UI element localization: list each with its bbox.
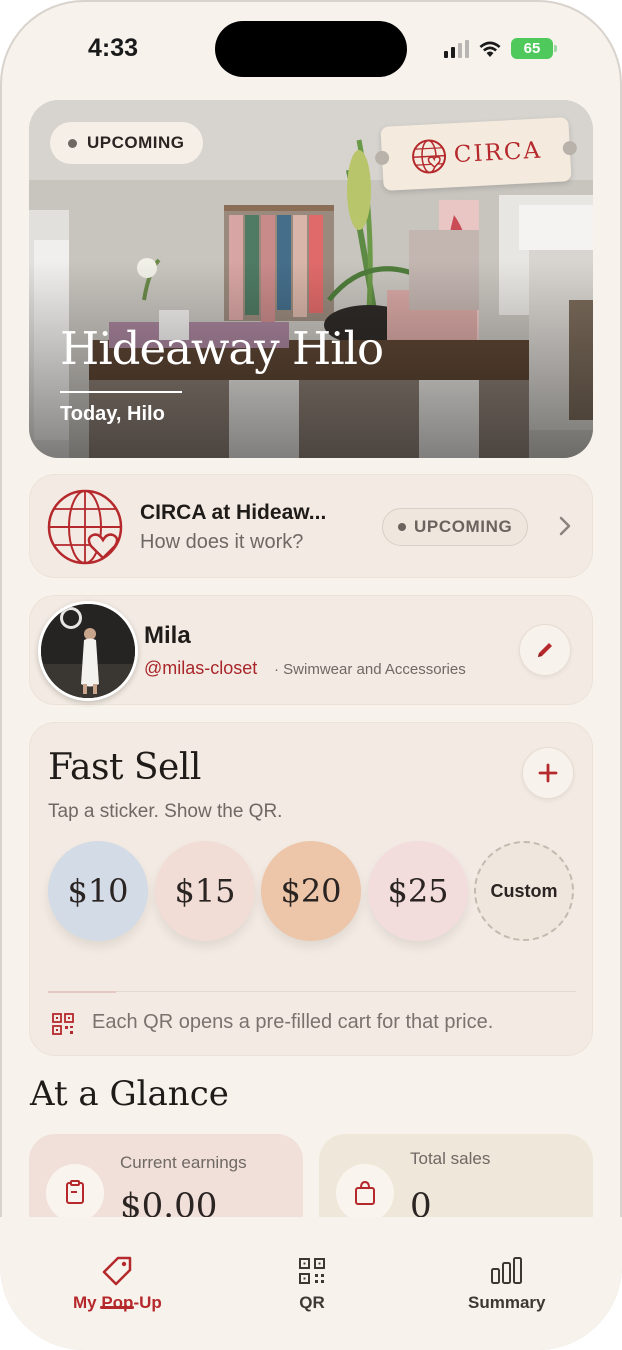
- avatar-photo: [41, 604, 135, 698]
- seller-name: Mila: [144, 622, 191, 649]
- tab-my-popup-label: My Pop-Up: [73, 1293, 162, 1312]
- chevron-right-icon[interactable]: [558, 515, 572, 537]
- tab-summary-label: Summary: [468, 1293, 546, 1312]
- event-date-location: Today, Hilo: [60, 403, 165, 425]
- battery-icon: 65: [511, 38, 557, 59]
- event-status-badge: UPCOMING: [382, 508, 529, 546]
- signal-icon: [444, 39, 469, 58]
- divider: [48, 991, 576, 992]
- brand-ticket-logo: CIRCA: [380, 117, 572, 191]
- seller-profile-card: Mila @milas-closet · Swimwear and Access…: [29, 595, 593, 705]
- status-dot-icon: [68, 138, 77, 148]
- plus-icon: [538, 763, 558, 783]
- fast-sell-subtitle: Tap a sticker. Show the QR.: [48, 801, 283, 822]
- globe-heart-icon: [47, 489, 123, 565]
- avatar[interactable]: [38, 601, 138, 701]
- phone-screen: 4:33 65 UPCOMING CIRCA Hideaway Hilo Tod…: [0, 0, 622, 1350]
- event-hero-image[interactable]: UPCOMING CIRCA Hideaway Hilo Today, Hilo: [29, 100, 593, 458]
- event-title: Hideaway Hilo: [60, 322, 384, 375]
- upcoming-badge: UPCOMING: [50, 122, 203, 164]
- active-tab-indicator: [100, 1306, 134, 1309]
- glance-title: At a Glance: [30, 1074, 229, 1114]
- event-status-label: UPCOMING: [414, 517, 513, 536]
- add-sticker-button[interactable]: [522, 747, 574, 799]
- tab-summary[interactable]: Summary: [468, 1255, 545, 1313]
- upcoming-badge-label: UPCOMING: [87, 133, 185, 152]
- receipt-icon: [46, 1164, 104, 1222]
- divider-accent: [48, 991, 116, 993]
- shopping-bag-icon: [336, 1164, 394, 1222]
- event-card-title: CIRCA at Hideaw...: [140, 501, 327, 524]
- event-info-card[interactable]: CIRCA at Hideaw... How does it work? UPC…: [29, 474, 593, 578]
- wifi-icon: [479, 41, 501, 57]
- tab-qr-label: QR: [299, 1293, 325, 1312]
- status-icons: 65: [444, 38, 557, 59]
- edit-profile-button[interactable]: [519, 624, 571, 676]
- title-underline: [60, 391, 182, 393]
- bar-chart-icon: [490, 1257, 522, 1284]
- pencil-icon: [538, 643, 552, 657]
- fast-sell-title: Fast Sell: [48, 747, 201, 788]
- tab-qr[interactable]: QR: [298, 1255, 326, 1313]
- fast-sell-card: Fast Sell Tap a sticker. Show the QR. $1…: [29, 722, 593, 1056]
- status-time: 4:33: [88, 34, 139, 62]
- tag-icon: [103, 1256, 132, 1286]
- price-sticker-25[interactable]: $25: [368, 841, 468, 941]
- earnings-label: Current earnings: [120, 1153, 247, 1172]
- dynamic-island: [215, 21, 407, 77]
- seller-category: · Swimwear and Accessories: [274, 661, 466, 678]
- price-sticker-20[interactable]: $20: [261, 841, 361, 941]
- status-dot-icon: [398, 523, 406, 531]
- fast-sell-note: Each QR opens a pre-filled cart for that…: [92, 1011, 494, 1033]
- brand-name: CIRCA: [453, 137, 543, 169]
- tab-my-popup[interactable]: My Pop-Up: [73, 1255, 162, 1313]
- price-sticker-10[interactable]: $10: [48, 841, 148, 941]
- price-sticker-15[interactable]: $15: [155, 841, 255, 941]
- tab-bar: My Pop-Up QR Summary: [0, 1217, 622, 1350]
- globe-heart-icon: [411, 139, 446, 174]
- how-it-works-link[interactable]: How does it work?: [140, 531, 303, 554]
- qr-icon: [299, 1258, 325, 1284]
- seller-handle[interactable]: @milas-closet: [144, 658, 257, 679]
- total-sales-label: Total sales: [410, 1149, 491, 1168]
- qr-icon: [52, 1013, 74, 1035]
- custom-price-sticker[interactable]: Custom: [474, 841, 574, 941]
